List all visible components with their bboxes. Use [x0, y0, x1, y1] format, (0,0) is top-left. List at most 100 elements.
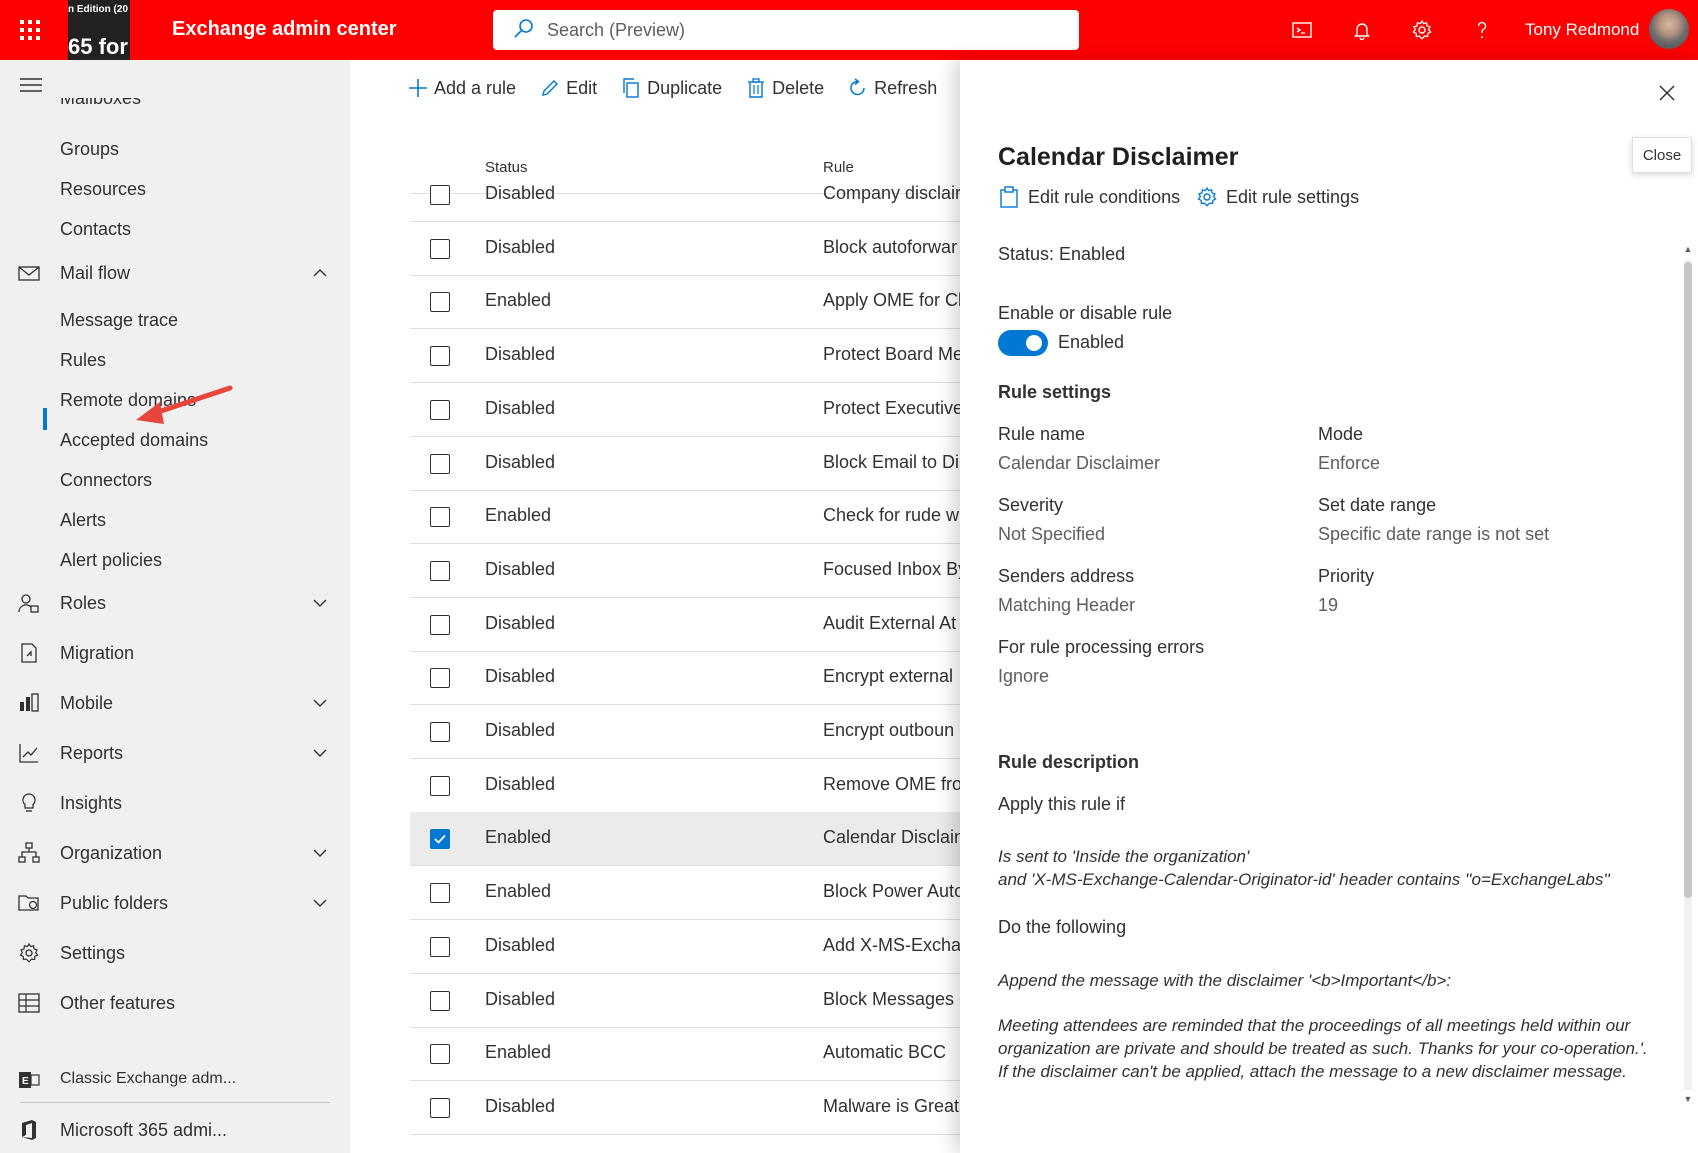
sidebar-item-contacts[interactable]: Contacts	[60, 219, 131, 240]
row-checkbox[interactable]	[430, 722, 450, 742]
sidebar-item-public-folders[interactable]: Public folders	[0, 883, 350, 923]
table-row[interactable]: Disabled Block Messages C	[410, 974, 960, 1028]
app-title[interactable]: Exchange admin center	[172, 18, 397, 41]
sidebar-item-message-trace[interactable]: Message trace	[60, 310, 178, 331]
table-row[interactable]: Disabled Malware is Great	[410, 1081, 960, 1135]
edit-rule-settings-link[interactable]: Edit rule settings	[1196, 186, 1359, 208]
rule-name-cell[interactable]: Company disclair	[823, 183, 960, 204]
table-row[interactable]: Enabled Apply OME for Cl	[410, 275, 960, 329]
user-name[interactable]: Tony Redmond	[1525, 20, 1639, 40]
row-checkbox[interactable]	[430, 776, 450, 796]
rule-name-cell[interactable]: Audit External At	[823, 613, 960, 634]
close-icon[interactable]	[1652, 78, 1682, 108]
rule-name-cell[interactable]: Calendar Disclain	[823, 827, 960, 848]
row-checkbox[interactable]	[430, 507, 450, 527]
search-box[interactable]	[493, 10, 1079, 50]
help-icon[interactable]	[1466, 14, 1498, 46]
row-checkbox[interactable]	[430, 346, 450, 366]
table-row[interactable]: Disabled Company disclair	[410, 168, 960, 222]
row-checkbox[interactable]	[430, 185, 450, 205]
row-checkbox[interactable]	[430, 991, 450, 1011]
rule-name-cell[interactable]: Automatic BCC	[823, 1042, 960, 1063]
sidebar-item-mobile[interactable]: Mobile	[0, 683, 350, 723]
sidebar-item-mail-flow[interactable]: Mail flow	[0, 253, 350, 293]
rule-name-cell[interactable]: Malware is Great	[823, 1096, 960, 1117]
rule-name-cell[interactable]: Block Power Auto	[823, 881, 960, 902]
row-checkbox[interactable]	[430, 829, 450, 849]
row-checkbox[interactable]	[430, 1098, 450, 1118]
rule-name-cell[interactable]: Encrypt outboun	[823, 720, 960, 741]
sidebar-item-settings[interactable]: Settings	[0, 933, 350, 973]
sidebar-item-alert-policies[interactable]: Alert policies	[60, 550, 162, 571]
scroll-up-icon[interactable]: ▲	[1683, 244, 1693, 254]
rule-name-cell[interactable]: Apply OME for Cl	[823, 290, 960, 311]
edit-button[interactable]: Edit	[540, 78, 597, 99]
table-row[interactable]: Disabled Encrypt outboun	[410, 705, 960, 759]
terminal-icon[interactable]	[1286, 14, 1318, 46]
rule-name-cell[interactable]: Protect Board Me	[823, 344, 960, 365]
rule-name-cell[interactable]: Block Messages C	[823, 989, 960, 1010]
scroll-thumb[interactable]	[1684, 262, 1692, 898]
row-checkbox[interactable]	[430, 292, 450, 312]
row-checkbox[interactable]	[430, 561, 450, 581]
rule-name-cell[interactable]: Add X-MS-Exchar	[823, 935, 960, 956]
sidebar-item-m365-admin[interactable]: Microsoft 365 admi...	[0, 1110, 350, 1150]
table-row[interactable]: Enabled Block Power Auto	[410, 866, 960, 920]
table-row[interactable]: Disabled Protect Executive	[410, 383, 960, 437]
table-row[interactable]: Disabled Block autoforwar	[410, 222, 960, 276]
search-input[interactable]	[547, 19, 1047, 41]
table-row[interactable]: Disabled Focused Inbox By	[410, 544, 960, 598]
sidebar-item-classic-exchange[interactable]: E Classic Exchange adm...	[0, 1060, 350, 1100]
edit-rule-conditions-link[interactable]: Edit rule conditions	[998, 186, 1180, 208]
enable-rule-toggle[interactable]	[998, 330, 1048, 356]
rule-name-cell[interactable]: Block Email to Di	[823, 452, 960, 473]
duplicate-button[interactable]: Duplicate	[621, 78, 722, 99]
delete-button[interactable]: Delete	[746, 78, 824, 99]
row-checkbox[interactable]	[430, 615, 450, 635]
rule-name-cell[interactable]: Block autoforwar	[823, 237, 960, 258]
hamburger-icon[interactable]	[20, 78, 42, 92]
sidebar-item-migration[interactable]: Migration	[0, 633, 350, 673]
sidebar-item-connectors[interactable]: Connectors	[60, 470, 152, 491]
scroll-down-icon[interactable]: ▼	[1683, 1094, 1693, 1104]
row-checkbox[interactable]	[430, 937, 450, 957]
sidebar-item-resources[interactable]: Resources	[60, 179, 146, 200]
waffle-icon[interactable]	[0, 0, 60, 60]
table-row[interactable]: Disabled Encrypt external	[410, 651, 960, 705]
sidebar-item-alerts[interactable]: Alerts	[60, 510, 106, 531]
rule-name-cell[interactable]: Protect Executive	[823, 398, 960, 419]
tenant-logo[interactable]: n Edition (20 65 for	[68, 0, 130, 60]
avatar[interactable]	[1649, 9, 1689, 49]
table-row[interactable]: Disabled Audit External At	[410, 598, 960, 652]
gear-icon[interactable]	[1406, 14, 1438, 46]
table-row[interactable]: Enabled Check for rude w	[410, 490, 960, 544]
table-row[interactable]: Disabled Add X-MS-Exchar	[410, 920, 960, 974]
rule-name-cell[interactable]: Remove OME fro	[823, 774, 960, 795]
sidebar-item-other-features[interactable]: Other features	[0, 983, 350, 1023]
sidebar-item-mailboxes[interactable]: Mailboxes	[60, 98, 141, 112]
refresh-button[interactable]: Refresh	[848, 78, 937, 99]
row-checkbox[interactable]	[430, 400, 450, 420]
row-checkbox[interactable]	[430, 239, 450, 259]
table-row[interactable]: Disabled Block Email to Di	[410, 437, 960, 491]
row-checkbox[interactable]	[430, 454, 450, 474]
rule-name-cell[interactable]: Focused Inbox By	[823, 559, 960, 580]
sidebar-item-insights[interactable]: Insights	[0, 783, 350, 823]
sidebar-item-roles[interactable]: Roles	[0, 583, 350, 623]
rule-name-cell[interactable]: Encrypt external	[823, 666, 960, 687]
sidebar-item-reports[interactable]: Reports	[0, 733, 350, 773]
sidebar-item-rules[interactable]: Rules	[60, 350, 106, 371]
sidebar-item-groups[interactable]: Groups	[60, 139, 119, 160]
bell-icon[interactable]	[1346, 14, 1378, 46]
row-checkbox[interactable]	[430, 883, 450, 903]
table-row[interactable]: Enabled Calendar Disclain	[410, 812, 960, 866]
row-checkbox[interactable]	[430, 668, 450, 688]
row-checkbox[interactable]	[430, 1044, 450, 1064]
sidebar-item-organization[interactable]: Organization	[0, 833, 350, 873]
table-row[interactable]: Disabled Remove OME fro	[410, 759, 960, 813]
sidebar-item-accepted-domains[interactable]: Accepted domains	[60, 430, 208, 451]
panel-scrollbar[interactable]: ▲ ▼	[1680, 240, 1696, 1112]
table-row[interactable]: Enabled Automatic BCC	[410, 1027, 960, 1081]
rule-name-cell[interactable]: Check for rude w	[823, 505, 960, 526]
add-rule-button[interactable]: Add a rule	[408, 78, 516, 99]
